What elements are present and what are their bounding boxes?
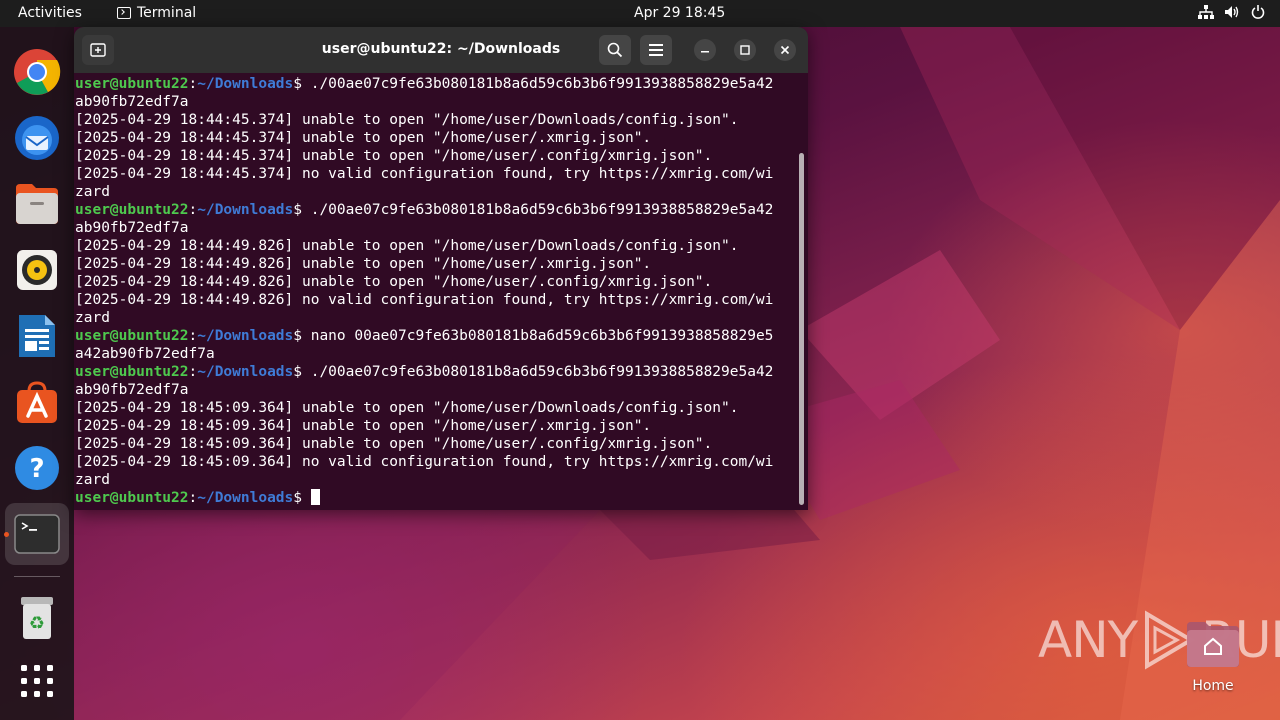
terminal-icon[interactable]: [11, 508, 63, 560]
software-icon[interactable]: [11, 376, 63, 428]
prompt-command: $ ./00ae07c9fe63b080181b8a6d59c6b3b6f991…: [293, 364, 774, 380]
app-menu-label: Terminal: [137, 5, 197, 21]
home-folder-label[interactable]: Home: [1180, 678, 1246, 694]
help-icon[interactable]: ?: [11, 442, 63, 494]
text-cursor: [310, 489, 320, 505]
minimize-icon: [701, 51, 709, 53]
prompt-colon: :: [188, 364, 198, 380]
prompt-command: $ ./00ae07c9fe63b080181b8a6d59c6b3b6f991…: [293, 202, 774, 218]
activities-button[interactable]: Activities: [18, 5, 82, 21]
menu-button[interactable]: [640, 35, 672, 65]
running-indicator: [4, 532, 9, 537]
terminal-output-line: [2025-04-29 18:45:09.364] unable to open…: [75, 400, 739, 416]
prompt-colon: :: [188, 202, 198, 218]
prompt-colon: :: [188, 76, 198, 92]
search-icon: [607, 42, 623, 58]
top-bar: Activities Terminal Apr 29 18:45: [0, 0, 1280, 27]
watermark-text-any: ANY: [1038, 611, 1138, 669]
prompt-command: $: [293, 490, 311, 506]
files-icon[interactable]: [11, 178, 63, 230]
svg-text:?: ?: [29, 454, 44, 484]
close-button[interactable]: [774, 39, 796, 61]
minimize-button[interactable]: [694, 39, 716, 61]
app-grid-icon[interactable]: [11, 655, 63, 707]
app-menu[interactable]: Terminal: [117, 5, 196, 21]
dock-separator: [14, 576, 60, 577]
system-menu[interactable]: [1198, 4, 1266, 20]
terminal-mini-icon: [117, 7, 131, 19]
prompt-user: user@ubuntu22: [75, 328, 189, 344]
terminal-scrollbar[interactable]: [799, 153, 804, 505]
prompt-colon: :: [188, 490, 198, 506]
prompt-command: $ nano 00ae07c9fe63b080181b8a6d59c6b3b6f…: [293, 328, 774, 344]
prompt-user: user@ubuntu22: [75, 202, 189, 218]
terminal-output-line: [2025-04-29 18:44:49.826] unable to open…: [75, 256, 652, 272]
trash-icon[interactable]: ♻: [11, 592, 63, 644]
prompt-path: ~/Downloads: [197, 76, 294, 92]
hamburger-menu-icon: [649, 44, 663, 56]
prompt-colon: :: [188, 328, 198, 344]
rhythmbox-icon[interactable]: [11, 244, 63, 296]
close-icon: [780, 45, 790, 55]
terminal-output-line: ab90fb72edf7a: [75, 94, 189, 110]
terminal-output-line: zard: [75, 310, 110, 326]
terminal-prompt-line: user@ubuntu22:~/Downloads$: [75, 489, 799, 507]
dock: ? ♻: [0, 27, 74, 720]
terminal-output-line: [2025-04-29 18:45:09.364] unable to open…: [75, 418, 652, 434]
home-folder-icon[interactable]: [1185, 620, 1241, 668]
terminal-output-line: zard: [75, 472, 110, 488]
volume-icon: [1224, 4, 1240, 20]
terminal-prompt-line: user@ubuntu22:~/Downloads$ ./00ae07c9fe6…: [75, 201, 799, 219]
prompt-command: $ ./00ae07c9fe63b080181b8a6d59c6b3b6f991…: [293, 76, 774, 92]
network-icon: [1198, 4, 1214, 20]
maximize-icon: [740, 45, 750, 55]
writer-icon[interactable]: [11, 310, 63, 362]
terminal-output-line: [2025-04-29 18:44:45.374] unable to open…: [75, 148, 713, 164]
power-icon: [1250, 4, 1266, 20]
prompt-user: user@ubuntu22: [75, 76, 189, 92]
prompt-path: ~/Downloads: [197, 202, 294, 218]
terminal-window[interactable]: user@ubuntu22: ~/Downloads user@ubuntu22…: [74, 27, 808, 510]
chrome-icon[interactable]: [11, 46, 63, 98]
terminal-output-line: [2025-04-29 18:45:09.364] no valid confi…: [75, 454, 774, 470]
terminal-output-line: a42ab90fb72edf7a: [75, 346, 215, 362]
svg-text:♻: ♻: [29, 613, 45, 634]
terminal-output-line: [2025-04-29 18:44:45.374] unable to open…: [75, 112, 739, 128]
terminal-output[interactable]: user@ubuntu22:~/Downloads$ ./00ae07c9fe6…: [75, 75, 799, 507]
terminal-output-line: [2025-04-29 18:45:09.364] unable to open…: [75, 436, 713, 452]
prompt-user: user@ubuntu22: [75, 490, 189, 506]
search-button[interactable]: [599, 35, 631, 65]
prompt-path: ~/Downloads: [197, 328, 294, 344]
terminal-output-line: [2025-04-29 18:44:49.826] no valid confi…: [75, 292, 774, 308]
terminal-output-line: ab90fb72edf7a: [75, 382, 189, 398]
terminal-prompt-line: user@ubuntu22:~/Downloads$ ./00ae07c9fe6…: [75, 75, 799, 93]
terminal-output-line: zard: [75, 184, 110, 200]
terminal-prompt-line: user@ubuntu22:~/Downloads$ ./00ae07c9fe6…: [75, 363, 799, 381]
terminal-output-line: [2025-04-29 18:44:45.374] no valid confi…: [75, 166, 774, 182]
prompt-path: ~/Downloads: [197, 364, 294, 380]
clock[interactable]: Apr 29 18:45: [634, 5, 725, 21]
terminal-headerbar[interactable]: user@ubuntu22: ~/Downloads: [74, 27, 808, 73]
terminal-output-line: [2025-04-29 18:44:45.374] unable to open…: [75, 130, 652, 146]
anyrun-watermark: ANY RUN: [1038, 608, 1280, 672]
maximize-button[interactable]: [734, 39, 756, 61]
terminal-output-line: ab90fb72edf7a: [75, 220, 189, 236]
prompt-path: ~/Downloads: [197, 490, 294, 506]
prompt-user: user@ubuntu22: [75, 364, 189, 380]
terminal-output-line: [2025-04-29 18:44:49.826] unable to open…: [75, 274, 713, 290]
terminal-output-line: [2025-04-29 18:44:49.826] unable to open…: [75, 238, 739, 254]
terminal-prompt-line: user@ubuntu22:~/Downloads$ nano 00ae07c9…: [75, 327, 799, 345]
thunderbird-icon[interactable]: [11, 112, 63, 164]
